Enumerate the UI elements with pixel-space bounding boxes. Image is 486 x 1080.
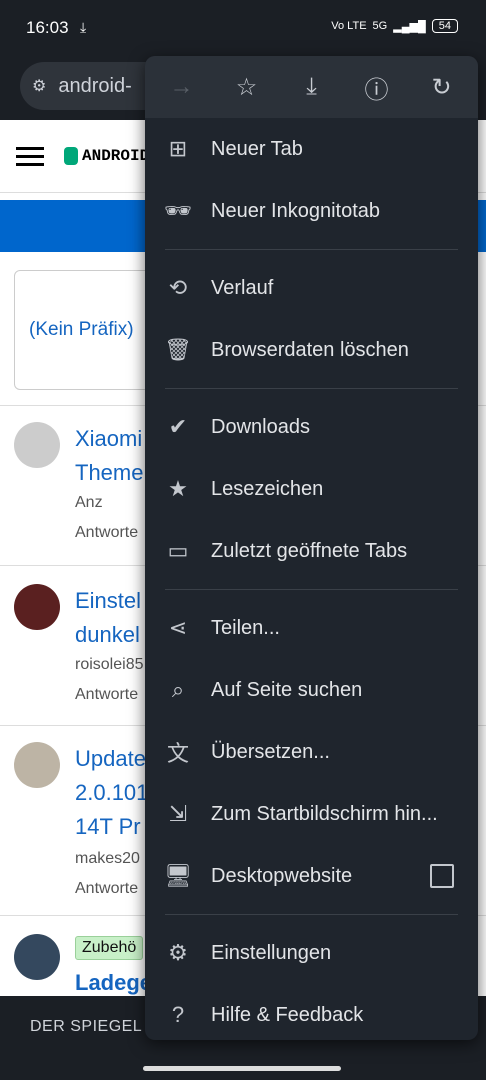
monitor-icon: 🖥 xyxy=(164,863,192,888)
post-replies: Antworte xyxy=(75,880,139,897)
menu-divider xyxy=(165,914,458,915)
add-to-home-icon: ⇲ xyxy=(168,801,188,826)
incognito-icon: 🕶 xyxy=(164,198,192,223)
post-title[interactable]: Update 2.0.101 14T Pr xyxy=(75,742,148,844)
menu-item-new-tab[interactable]: ⊞ Neuer Tab xyxy=(145,118,478,180)
menu-item-recent-tabs[interactable]: ▭ Zuletzt geöffnete Tabs xyxy=(145,520,478,582)
status-icons: Vo LTE 5G ▂▄▆█ 54 xyxy=(331,19,458,33)
devices-icon: ▭ xyxy=(167,538,189,563)
menu-divider xyxy=(165,249,458,250)
home-indicator[interactable] xyxy=(143,1066,341,1071)
post-tag: Zubehö xyxy=(75,936,144,960)
post-title[interactable]: Ladege xyxy=(75,966,152,996)
avatar xyxy=(14,584,60,630)
gesture-nav-bar xyxy=(0,1060,486,1080)
prefix-label: (Kein Präfix) xyxy=(29,319,134,340)
network-label: 5G xyxy=(372,20,388,32)
news-source: DER SPIEGEL xyxy=(30,1018,143,1035)
site-settings-icon[interactable]: ⚙ xyxy=(32,76,46,96)
avatar xyxy=(14,742,60,788)
logo-text: ANDROID xyxy=(82,147,150,165)
clock: 16:03 xyxy=(26,18,69,37)
prefix-filter[interactable]: (Kein Präfix) xyxy=(14,270,156,390)
overflow-menu: → ☆ ⤓ ⓘ ↻ ⊞ Neuer Tab 🕶 Neuer Inkognitotab… xyxy=(145,56,478,1040)
menu-divider xyxy=(165,589,458,590)
menu-item-add-to-home[interactable]: ⇲ Zum Startbildschirm hin... xyxy=(145,783,478,845)
forward-icon[interactable]: → xyxy=(162,67,202,107)
volte-icon: Vo LTE xyxy=(331,20,367,32)
downloads-check-icon: ✔ xyxy=(168,414,188,439)
bookmark-star-icon[interactable]: ☆ xyxy=(227,67,267,107)
menu-item-downloads[interactable]: ✔ Downloads xyxy=(145,396,478,458)
menu-item-history[interactable]: ⟲ Verlauf xyxy=(145,257,478,319)
info-icon[interactable]: ⓘ xyxy=(357,67,397,107)
menu-icon-row: → ☆ ⤓ ⓘ ↻ xyxy=(145,56,478,118)
refresh-icon[interactable]: ↻ xyxy=(422,67,462,107)
post-author: roisolei85 xyxy=(75,656,144,673)
menu-item-incognito[interactable]: 🕶 Neuer Inkognitotab xyxy=(145,180,478,242)
new-tab-icon: ⊞ xyxy=(168,136,188,161)
signal-icon: ▂▄▆█ xyxy=(393,20,426,33)
menu-item-clear-data[interactable]: 🗑 Browserdaten löschen xyxy=(145,319,478,381)
battery-icon: 54 xyxy=(431,19,458,33)
help-icon: ? xyxy=(171,1002,185,1027)
status-bar: 16:03 ⤓ Vo LTE 5G ▂▄▆█ 54 xyxy=(0,0,486,56)
android-robot-icon xyxy=(64,147,78,165)
post-author: Anz xyxy=(75,494,103,511)
post-replies: Antworte xyxy=(75,524,139,541)
star-icon: ★ xyxy=(168,476,188,501)
find-in-page-icon: ⌕ xyxy=(171,677,185,702)
desktop-site-checkbox[interactable] xyxy=(430,864,454,888)
translate-icon: 文 xyxy=(166,741,189,766)
download-icon[interactable]: ⤓ xyxy=(292,67,332,107)
download-notification-icon: ⤓ xyxy=(80,19,87,35)
site-logo[interactable]: ANDROID xyxy=(64,147,149,165)
menu-item-bookmarks[interactable]: ★ Lesezeichen xyxy=(145,458,478,520)
menu-item-find-in-page[interactable]: ⌕ Auf Seite suchen xyxy=(145,659,478,721)
menu-item-share[interactable]: ⋖ Teilen... xyxy=(145,597,478,659)
trash-icon: 🗑 xyxy=(164,337,192,362)
history-icon: ⟲ xyxy=(168,275,188,300)
avatar xyxy=(14,422,60,468)
menu-item-settings[interactable]: ⚙ Einstellungen xyxy=(145,922,478,984)
menu-divider xyxy=(165,388,458,389)
gear-icon: ⚙ xyxy=(168,940,188,965)
url-text: android- xyxy=(58,74,132,97)
hamburger-menu-icon[interactable] xyxy=(16,142,44,171)
share-icon: ⋖ xyxy=(168,615,188,640)
post-title[interactable]: Xiaomi Theme xyxy=(75,422,143,490)
post-replies: Antworte xyxy=(75,686,139,703)
post-author: makes20 xyxy=(75,850,140,867)
menu-item-help[interactable]: ? Hilfe & Feedback xyxy=(145,984,478,1040)
avatar xyxy=(14,934,60,980)
post-title[interactable]: Einstel dunkel xyxy=(75,584,141,652)
menu-item-desktop-site[interactable]: 🖥 Desktopwebsite xyxy=(145,845,478,907)
menu-item-translate[interactable]: 文 Übersetzen... xyxy=(145,721,478,783)
